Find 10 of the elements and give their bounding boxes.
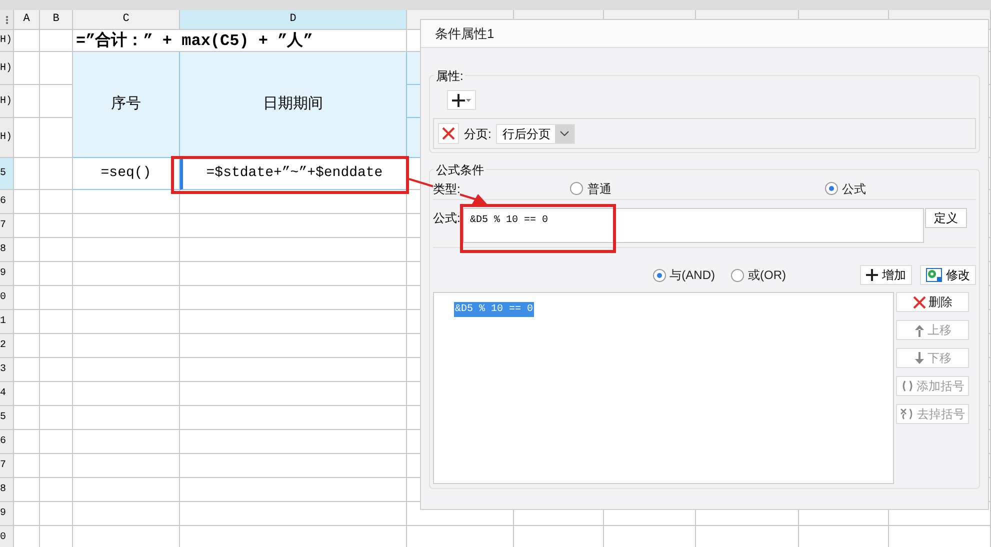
- table-cell: =seq(): [73, 158, 180, 190]
- table-cell: 序号: [73, 52, 180, 158]
- group-legend: 属性:: [434, 67, 466, 85]
- dialog-title: 条件属性1: [421, 20, 988, 48]
- formula-label: 公式:: [433, 210, 457, 227]
- table-cell: =$stdate+”~”+$enddate: [180, 158, 407, 190]
- table-cell: 日期期间: [180, 52, 407, 158]
- table-cell: =”合计：” + max(C5) + ”人”: [73, 30, 407, 52]
- group-legend: 公式条件: [434, 161, 486, 179]
- page-break-label: 分页:: [464, 126, 492, 142]
